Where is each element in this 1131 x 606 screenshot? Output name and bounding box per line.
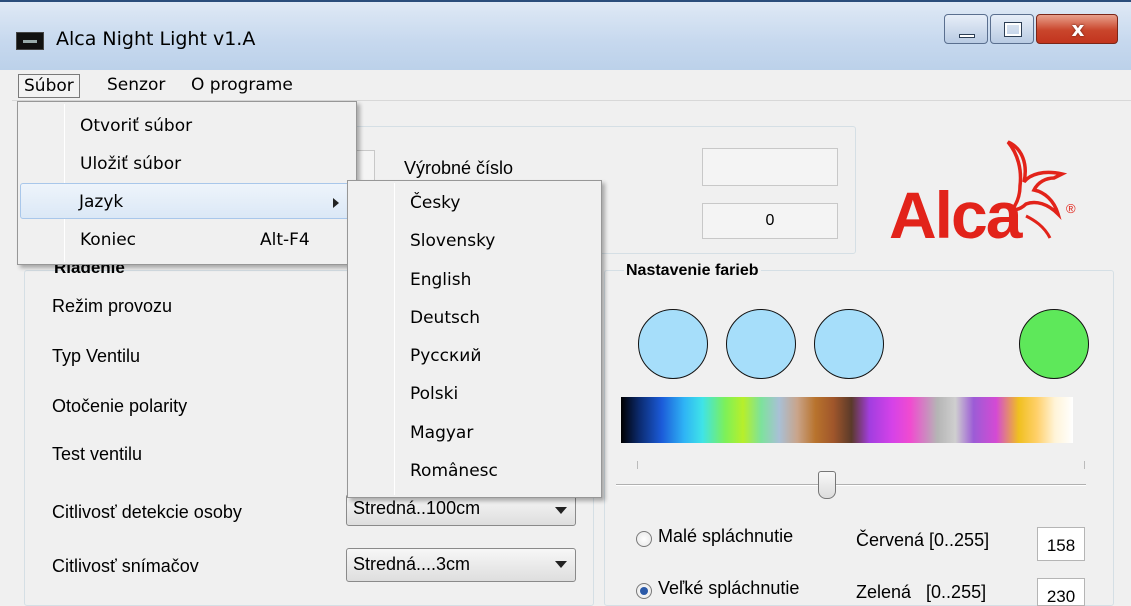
close-icon: x	[1071, 17, 1085, 41]
menu-item-label: Otvoriť súbor	[80, 116, 193, 136]
slider-tick	[1084, 461, 1085, 469]
menu-item-label: Uložiť súbor	[80, 154, 182, 174]
language-hungarian[interactable]: Magyar	[350, 415, 599, 451]
polarity-label: Otočenie polarity	[52, 396, 188, 416]
big-flush-label[interactable]: Veľké spláchnutie	[658, 578, 799, 599]
color-circle-1[interactable]	[638, 309, 708, 379]
small-flush-label[interactable]: Malé spláchnutie	[658, 526, 793, 547]
valve-test-label: Test ventilu	[52, 444, 143, 464]
file-menu: Otvoriť súbor Uložiť súbor Jazyk Koniec …	[17, 101, 357, 265]
menu-item-exit[interactable]: Koniec Alt-F4	[20, 222, 354, 258]
red-value-field[interactable]: 158	[1037, 527, 1085, 561]
registered-mark: ®	[1066, 201, 1076, 216]
language-czech[interactable]: Česky	[350, 185, 599, 221]
menu-sensor[interactable]: Senzor	[102, 74, 170, 98]
big-flush-radio[interactable]	[636, 583, 652, 599]
color-slider-track[interactable]	[616, 484, 1086, 486]
menu-item-label: Deutsch	[410, 308, 480, 328]
window-title: Alca Night Light v1.A	[56, 28, 256, 50]
chevron-down-icon	[555, 561, 567, 568]
menu-item-label: Jazyk	[79, 192, 124, 212]
menu-bar: Súbor Senzor O programe	[12, 72, 1131, 100]
small-flush-radio[interactable]	[636, 531, 652, 547]
close-button[interactable]: x	[1036, 14, 1118, 44]
menu-item-shortcut: Alt-F4	[260, 230, 310, 250]
maximize-icon	[1004, 22, 1022, 37]
menu-file[interactable]: Súbor	[18, 74, 80, 98]
color-circle-4[interactable]	[1019, 309, 1089, 379]
language-submenu: Česky Slovensky English Deutsch Русский …	[347, 180, 602, 498]
language-romanian[interactable]: Românesc	[350, 453, 599, 489]
maximize-button[interactable]	[990, 14, 1034, 44]
color-spectrum[interactable]	[621, 397, 1073, 443]
app-icon	[16, 32, 44, 50]
menu-item-open-file[interactable]: Otvoriť súbor	[20, 108, 354, 144]
serial-number-field[interactable]	[702, 148, 838, 186]
menu-item-save-file[interactable]: Uložiť súbor	[20, 146, 354, 182]
menu-item-label: Koniec	[80, 230, 137, 250]
sensor-sensitivity-select[interactable]: Stredná....3cm	[346, 548, 576, 582]
sensor-sensitivity-label: Citlivosť snímačov	[52, 556, 199, 576]
color-slider-thumb[interactable]	[818, 471, 836, 499]
language-polish[interactable]: Polski	[350, 376, 599, 412]
menu-about[interactable]: O programe	[186, 74, 298, 98]
minimize-button[interactable]	[944, 14, 988, 44]
valve-type-label: Typ Ventilu	[52, 346, 141, 366]
menu-item-label: Magyar	[410, 423, 474, 443]
slider-tick	[637, 461, 638, 469]
menu-item-label: Românesc	[410, 461, 498, 481]
minimize-icon	[959, 34, 975, 38]
menu-item-label: Polski	[410, 384, 459, 404]
operation-mode-label: Režim provozu	[52, 296, 173, 316]
green-label: Zelená [0..255]	[856, 582, 987, 602]
alca-logo: Alca	[889, 178, 1022, 252]
app-window: Alca Night Light v1.A x Súbor Senzor O p…	[0, 0, 1131, 606]
menu-item-language[interactable]: Jazyk	[20, 183, 354, 219]
language-german[interactable]: Deutsch	[350, 300, 599, 336]
serial-number-label: Výrobné číslo	[404, 158, 514, 178]
green-value-field[interactable]: 230	[1037, 578, 1085, 606]
menu-item-label: Русский	[410, 346, 482, 366]
detection-sensitivity-select[interactable]: Stredná..100cm	[346, 494, 576, 526]
color-circle-2[interactable]	[726, 309, 796, 379]
menu-item-label: Slovensky	[410, 231, 496, 251]
menu-item-label: English	[410, 270, 472, 290]
detection-sensitivity-label: Citlivosť detekcie osoby	[52, 502, 242, 522]
language-english[interactable]: English	[350, 262, 599, 298]
sensor-sensitivity-value: Stredná....3cm	[353, 554, 471, 574]
count-field[interactable]: 0	[702, 203, 838, 239]
colors-group-title: Nastavenie farieb	[624, 262, 761, 280]
menu-item-label: Česky	[410, 193, 461, 213]
red-label: Červená [0..255]	[856, 530, 990, 550]
title-bar: Alca Night Light v1.A x	[0, 0, 1131, 70]
color-circle-3[interactable]	[814, 309, 884, 379]
language-slovak[interactable]: Slovensky	[350, 223, 599, 259]
language-russian[interactable]: Русский	[350, 338, 599, 374]
chevron-down-icon	[555, 507, 567, 514]
submenu-arrow-icon	[333, 198, 339, 208]
detection-sensitivity-value: Stredná..100cm	[353, 498, 481, 518]
